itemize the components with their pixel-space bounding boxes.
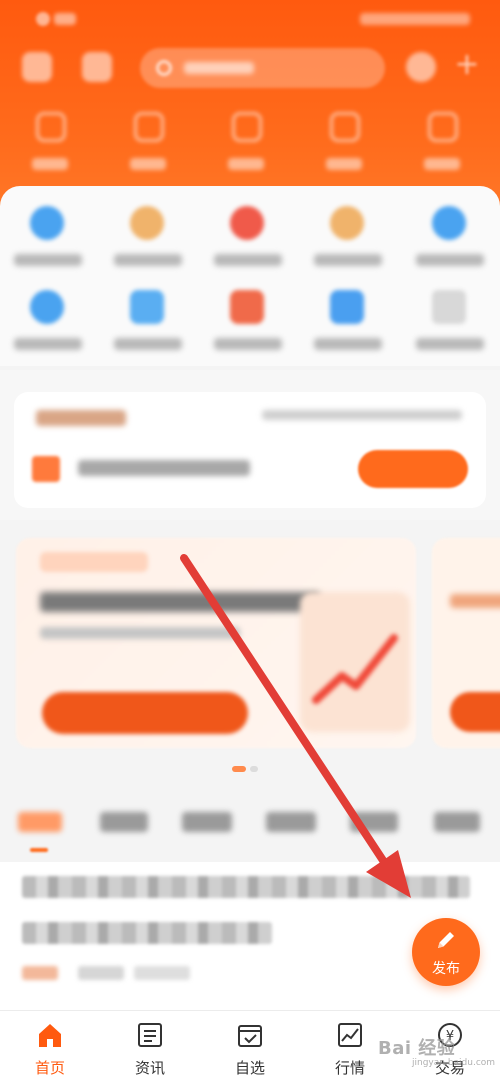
notice-action-button[interactable] — [358, 450, 468, 488]
tab[interactable] — [182, 812, 232, 832]
status-indicator — [36, 12, 50, 26]
notice-icon — [32, 456, 60, 482]
notice-text — [78, 460, 250, 476]
header-shortcut[interactable] — [412, 112, 472, 182]
watchlist-icon — [238, 1025, 262, 1047]
notice-subtitle — [262, 410, 462, 420]
message-icon[interactable] — [82, 52, 112, 82]
grid-item[interactable] — [108, 206, 188, 286]
status-bar — [30, 8, 476, 30]
pager-dot-active — [232, 766, 246, 772]
nav-watchlist-label: 自选 — [234, 1059, 265, 1077]
promo-button[interactable] — [42, 692, 248, 734]
pen-icon — [438, 932, 454, 948]
status-icons — [360, 13, 470, 25]
nav-home-label: 首页 — [34, 1059, 65, 1077]
nav-news[interactable]: 资讯 — [100, 1011, 200, 1084]
grid-item[interactable] — [308, 206, 388, 286]
tab-active[interactable] — [18, 812, 62, 832]
nav-watchlist[interactable]: 自选 — [200, 1011, 300, 1084]
grid-item[interactable] — [208, 290, 288, 370]
news-icon — [138, 1023, 162, 1047]
promo-banner-next[interactable] — [432, 538, 500, 748]
tab[interactable] — [350, 812, 398, 832]
post-meta — [134, 966, 190, 980]
grid-item[interactable] — [108, 290, 188, 370]
service-icon[interactable] — [406, 52, 436, 82]
post-text-line — [22, 876, 470, 898]
nav-home[interactable]: 首页 — [0, 1011, 100, 1084]
publish-button[interactable]: 发布 — [412, 918, 480, 986]
grid-item[interactable] — [410, 290, 490, 370]
post-text-line — [22, 922, 272, 944]
search-input[interactable] — [140, 48, 385, 88]
tab[interactable] — [434, 812, 480, 832]
promo-headline — [40, 592, 320, 612]
function-grid — [0, 186, 500, 366]
tab[interactable] — [266, 812, 316, 832]
search-placeholder — [184, 62, 254, 74]
nav-news-label: 资讯 — [134, 1059, 165, 1077]
notice-title — [36, 410, 126, 426]
trend-up-icon — [312, 634, 398, 704]
header-shortcut[interactable] — [118, 112, 178, 182]
header-shortcut[interactable] — [314, 112, 374, 182]
grid-item[interactable] — [8, 206, 88, 286]
publish-label: 发布 — [432, 961, 460, 977]
promo-subtitle — [40, 627, 240, 639]
header-shortcut[interactable] — [20, 112, 80, 182]
status-time — [54, 13, 76, 25]
feed-tabs — [0, 790, 500, 860]
search-icon — [156, 60, 172, 76]
watermark-main: Bai 经验 — [378, 1038, 456, 1059]
home-icon — [39, 1024, 61, 1047]
tab[interactable] — [100, 812, 148, 832]
pager-dot — [250, 766, 258, 772]
add-icon[interactable]: + — [452, 50, 482, 80]
tab-indicator — [30, 848, 48, 852]
grid-item[interactable] — [308, 290, 388, 370]
grid-item[interactable] — [208, 206, 288, 286]
post-meta — [78, 966, 124, 980]
grid-item[interactable] — [410, 206, 490, 286]
menu-icon[interactable] — [22, 52, 52, 82]
post-author-tag — [22, 966, 58, 980]
watermark-sub: jingyan.baidu.com — [412, 1058, 496, 1068]
header-shortcut[interactable] — [216, 112, 276, 182]
grid-item[interactable] — [8, 290, 88, 370]
promo-tag — [40, 552, 148, 572]
watermark: Bai 经验 jingyan.baidu.com — [378, 1034, 498, 1074]
chart-icon — [338, 1023, 362, 1047]
